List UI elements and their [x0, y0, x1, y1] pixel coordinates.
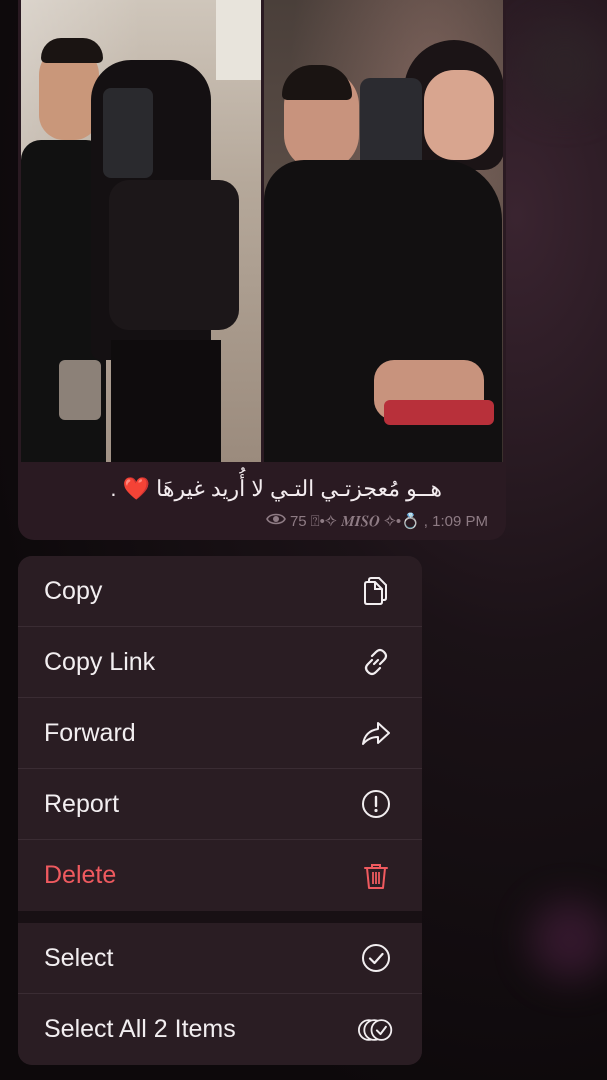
menu-group-select: Select Select All 2 Items [18, 923, 422, 1065]
menu-separator [18, 911, 422, 923]
message-meta: 75 ⍰•✧ 𝑴𝑰𝑺𝑶 ✧•💍 , 1:09 PM [266, 512, 488, 530]
message-time: , 1:09 PM [423, 512, 488, 530]
menu-group-actions: Copy Copy Link Forward Report Delete [18, 556, 422, 911]
menu-copy-link[interactable]: Copy Link [18, 627, 422, 698]
caption-text: هــو مُعجزتـي التـي لا أُريد غيرهَا [156, 476, 442, 501]
message-bubble[interactable]: هــو مُعجزتـي التـي لا أُريد غيرهَا ❤️ .… [18, 0, 506, 540]
menu-item-label: Copy Link [44, 647, 156, 676]
caption-punct: . [110, 476, 117, 501]
trash-icon [358, 858, 394, 894]
background-blur [530, 900, 607, 980]
eye-icon [266, 512, 286, 530]
menu-select[interactable]: Select [18, 923, 422, 994]
photo-album [21, 0, 503, 462]
view-count: 75 [289, 512, 307, 530]
menu-item-label: Select [44, 943, 114, 972]
message-caption: هــو مُعجزتـي التـي لا أُريد غيرهَا ❤️ . [42, 476, 442, 502]
check-circle-icon [358, 940, 394, 976]
photo-1[interactable] [21, 0, 261, 462]
menu-copy[interactable]: Copy [18, 556, 422, 627]
menu-delete[interactable]: Delete [18, 840, 422, 911]
background-blur [520, 20, 607, 110]
menu-select-all[interactable]: Select All 2 Items [18, 994, 422, 1065]
menu-item-label: Delete [44, 861, 117, 889]
menu-forward[interactable]: Forward [18, 698, 422, 769]
copy-icon [358, 573, 394, 609]
context-menu: Copy Copy Link Forward Report Delete Sel… [18, 556, 422, 1065]
heart-emoji: ❤️ [122, 476, 151, 501]
author-signature: ⍰•✧ 𝑴𝑰𝑺𝑶 ✧•💍 [310, 513, 420, 530]
report-icon [358, 786, 394, 822]
menu-item-label: Report [44, 789, 120, 818]
link-icon [358, 644, 394, 680]
select-all-icon [358, 1012, 394, 1048]
menu-item-label: Copy [44, 576, 103, 605]
forward-icon [358, 715, 394, 751]
menu-item-label: Forward [44, 718, 136, 747]
menu-item-label: Select All 2 Items [44, 1015, 236, 1043]
menu-report[interactable]: Report [18, 769, 422, 840]
photo-2[interactable] [263, 0, 503, 462]
